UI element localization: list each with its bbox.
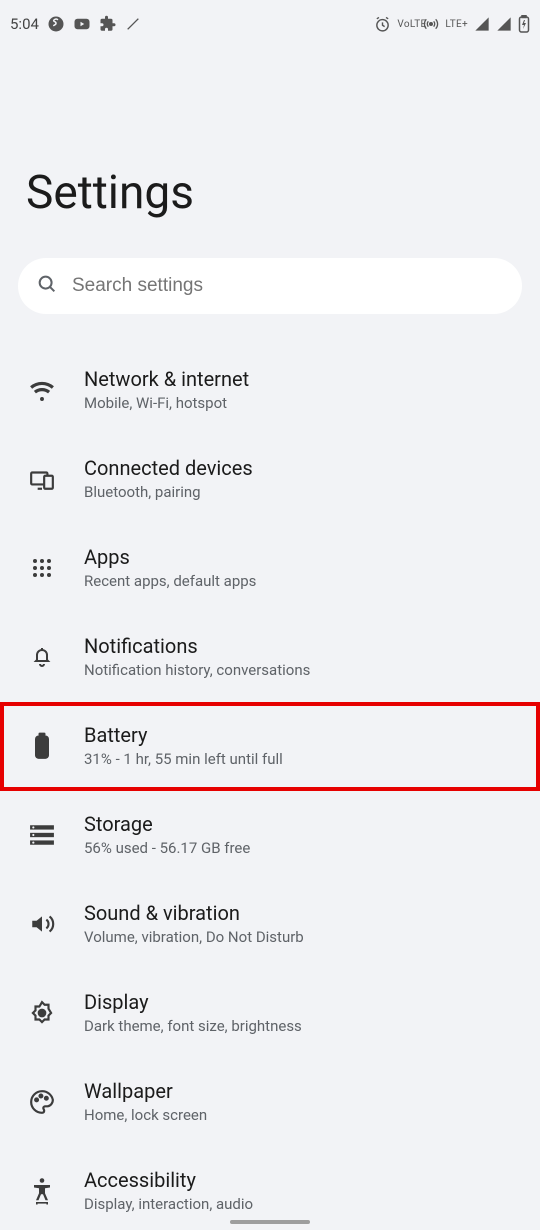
status-right: VoLTE LTE+ [374, 15, 530, 33]
puzzle-icon [99, 15, 117, 33]
hotspot-icon [423, 16, 439, 32]
item-subtitle: Notification history, conversations [84, 661, 310, 680]
item-title: Storage [84, 811, 250, 837]
status-bar: 5:04 VoLTE LTE+ [0, 0, 540, 48]
item-sound[interactable]: Sound & vibration Volume, vibration, Do … [0, 880, 540, 969]
item-wallpaper[interactable]: Wallpaper Home, lock screen [0, 1058, 540, 1147]
item-notifications[interactable]: Notifications Notification history, conv… [0, 613, 540, 702]
item-title: Apps [84, 544, 256, 570]
item-subtitle: Dark theme, font size, brightness [84, 1017, 302, 1036]
storage-icon [28, 824, 56, 846]
settings-list: Network & internet Mobile, Wi-Fi, hotspo… [0, 346, 540, 1230]
item-storage[interactable]: Storage 56% used - 56.17 GB free [0, 791, 540, 880]
item-subtitle: Recent apps, default apps [84, 572, 256, 591]
item-subtitle: Home, lock screen [84, 1106, 207, 1125]
item-title: Sound & vibration [84, 900, 304, 926]
item-subtitle: Display, interaction, audio [84, 1195, 253, 1214]
item-subtitle: 31% - 1 hr, 55 min left until full [84, 750, 283, 769]
item-network[interactable]: Network & internet Mobile, Wi-Fi, hotspo… [0, 346, 540, 435]
item-title: Battery [84, 722, 283, 748]
item-title: Display [84, 989, 302, 1015]
palette-icon [28, 1089, 56, 1115]
item-title: Wallpaper [84, 1078, 207, 1104]
lte-indicator: LTE+ [445, 19, 468, 30]
battery-icon [28, 732, 56, 760]
item-battery[interactable]: Battery 31% - 1 hr, 55 min left until fu… [0, 702, 540, 791]
pencil-icon [125, 16, 141, 32]
item-subtitle: Bluetooth, pairing [84, 483, 253, 502]
sound-icon [28, 911, 56, 937]
alarm-icon [374, 16, 391, 33]
search-box[interactable] [18, 258, 522, 314]
brightness-icon [28, 1000, 56, 1026]
item-apps[interactable]: Apps Recent apps, default apps [0, 524, 540, 613]
item-display[interactable]: Display Dark theme, font size, brightnes… [0, 969, 540, 1058]
bell-icon [28, 645, 56, 669]
apps-icon [28, 556, 56, 580]
volte-indicator: VoLTE [397, 20, 417, 29]
shazam-icon [47, 15, 65, 33]
item-subtitle: Volume, vibration, Do Not Disturb [84, 928, 304, 947]
signal-1-icon [474, 16, 490, 32]
item-accessibility[interactable]: Accessibility Display, interaction, audi… [0, 1147, 540, 1230]
devices-icon [28, 466, 56, 492]
item-subtitle: 56% used - 56.17 GB free [84, 839, 250, 858]
wifi-icon [28, 377, 56, 403]
item-connected-devices[interactable]: Connected devices Bluetooth, pairing [0, 435, 540, 524]
home-indicator[interactable] [230, 1220, 310, 1224]
item-subtitle: Mobile, Wi-Fi, hotspot [84, 394, 249, 413]
status-time: 5:04 [10, 15, 39, 33]
battery-status-icon [518, 15, 530, 33]
page-title: Settings [0, 48, 540, 250]
item-title: Network & internet [84, 366, 249, 392]
search-icon [36, 273, 58, 299]
accessibility-icon [28, 1177, 56, 1205]
item-title: Notifications [84, 633, 310, 659]
youtube-icon [73, 15, 91, 33]
status-left: 5:04 [10, 15, 141, 33]
signal-2-icon [496, 16, 512, 32]
item-title: Accessibility [84, 1167, 253, 1193]
item-title: Connected devices [84, 455, 253, 481]
search-input[interactable] [72, 275, 504, 297]
